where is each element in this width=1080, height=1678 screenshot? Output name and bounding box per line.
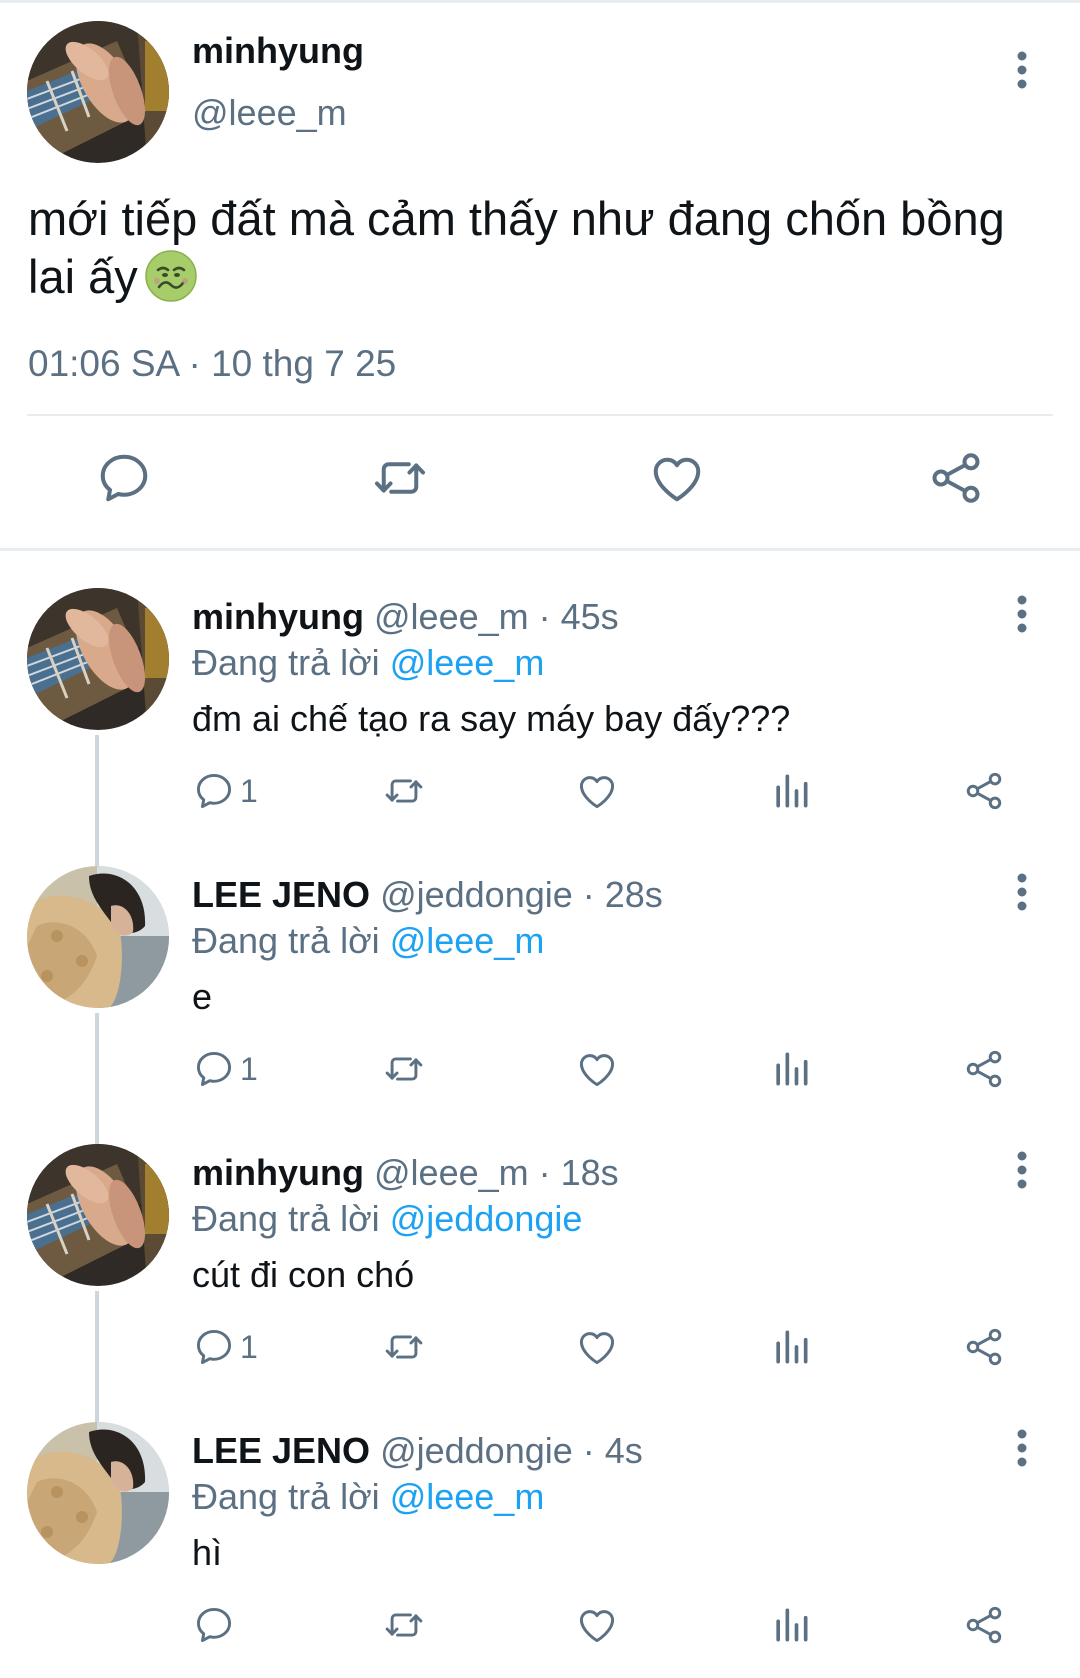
retweet-icon[interactable] xyxy=(382,1046,426,1092)
reply-handle-time: @leee_m · 45s xyxy=(374,596,619,637)
retweet-icon[interactable] xyxy=(382,768,426,814)
more-options-icon[interactable] xyxy=(1010,1426,1034,1470)
reply-button[interactable]: 1 xyxy=(192,1324,258,1370)
share-icon[interactable] xyxy=(962,768,1006,814)
reply-author-name[interactable]: LEE JENO xyxy=(192,874,370,915)
like-icon[interactable] xyxy=(575,1602,619,1648)
reply-header: minhyung @leee_m · 18s xyxy=(192,1152,619,1194)
reply-count: 1 xyxy=(240,1328,258,1365)
share-icon[interactable] xyxy=(962,1324,1006,1370)
analytics-icon[interactable] xyxy=(769,768,813,814)
reply-icon xyxy=(192,1047,236,1091)
reply-handle-time: @leee_m · 18s xyxy=(374,1152,619,1193)
mention-link[interactable]: @leee_m xyxy=(390,1476,545,1517)
replying-to: Đang trả lời @jeddongie xyxy=(192,1198,582,1240)
like-icon[interactable] xyxy=(575,1324,619,1370)
reply-count: 1 xyxy=(240,1050,258,1087)
replying-to-label: Đang trả lời xyxy=(192,642,380,683)
like-icon[interactable] xyxy=(647,448,707,508)
more-options-icon[interactable] xyxy=(1010,592,1034,636)
reply-actions: 1 xyxy=(0,768,1080,818)
reply-tweet[interactable]: LEE JENO @jeddongie · 28s Đang trả lời @… xyxy=(0,858,1080,1136)
analytics-icon[interactable] xyxy=(769,1602,813,1648)
reply-tweet[interactable]: LEE JENO @jeddongie · 4s Đang trả lời @l… xyxy=(0,1414,1080,1678)
replying-to-label: Đang trả lời xyxy=(192,1476,380,1517)
reply-header: LEE JENO @jeddongie · 4s xyxy=(192,1430,643,1472)
author-name[interactable]: minhyung xyxy=(192,30,364,72)
reply-handle-time: @jeddongie · 4s xyxy=(380,1430,643,1471)
like-icon[interactable] xyxy=(575,1046,619,1092)
divider xyxy=(27,414,1053,416)
reply-icon xyxy=(192,1603,236,1647)
replying-to-label: Đang trả lời xyxy=(192,1198,380,1239)
reply-actions: 1 xyxy=(0,1324,1080,1374)
avatar[interactable] xyxy=(27,21,169,163)
mention-link[interactable]: @leee_m xyxy=(390,920,545,961)
section-divider xyxy=(0,548,1080,551)
avatar[interactable] xyxy=(27,866,169,1008)
analytics-icon[interactable] xyxy=(769,1046,813,1092)
retweet-icon[interactable] xyxy=(382,1324,426,1370)
reply-text: e xyxy=(192,976,213,1017)
mention-link[interactable]: @jeddongie xyxy=(390,1198,583,1239)
retweet-icon[interactable] xyxy=(370,448,430,508)
reply-count: 1 xyxy=(240,772,258,809)
reply-tweet[interactable]: minhyung @leee_m · 45s Đang trả lời @lee… xyxy=(0,580,1080,858)
reply-icon[interactable] xyxy=(94,448,154,508)
reply-author-name[interactable]: minhyung xyxy=(192,1152,364,1193)
reply-actions xyxy=(0,1602,1080,1652)
main-tweet: minhyung @leee_m mới tiếp đất mà cảm thấ… xyxy=(0,0,1080,548)
reply-author-name[interactable]: LEE JENO xyxy=(192,1430,370,1471)
share-icon[interactable] xyxy=(962,1602,1006,1648)
retweet-icon[interactable] xyxy=(382,1602,426,1648)
nauseated-face-emoji-icon xyxy=(144,249,198,303)
reply-actions: 1 xyxy=(0,1046,1080,1096)
share-icon[interactable] xyxy=(962,1046,1006,1092)
reply-button[interactable]: 1 xyxy=(192,768,258,814)
like-icon[interactable] xyxy=(575,768,619,814)
reply-handle-time: @jeddongie · 28s xyxy=(380,874,663,915)
reply-header: minhyung @leee_m · 45s xyxy=(192,596,619,638)
reply-button[interactable]: 1 xyxy=(192,1046,258,1092)
analytics-icon[interactable] xyxy=(769,1324,813,1370)
reply-author-name[interactable]: minhyung xyxy=(192,596,364,637)
replying-to: Đang trả lời @leee_m xyxy=(192,920,544,962)
tweet-timestamp[interactable]: 01:06 SA · 10 thg 7 25 xyxy=(28,343,396,385)
avatar[interactable] xyxy=(27,1422,169,1564)
replying-to-label: Đang trả lời xyxy=(192,920,380,961)
reply-button[interactable] xyxy=(192,1602,240,1648)
avatar[interactable] xyxy=(27,588,169,730)
reply-icon xyxy=(192,769,236,813)
replying-to: Đang trả lời @leee_m xyxy=(192,1476,544,1518)
author-handle[interactable]: @leee_m xyxy=(192,92,347,134)
reply-text: hì xyxy=(192,1532,223,1573)
replying-to: Đang trả lời @leee_m xyxy=(192,642,544,684)
avatar[interactable] xyxy=(27,1144,169,1286)
more-options-icon[interactable] xyxy=(1010,1148,1034,1192)
reply-text: cút đi con chó xyxy=(192,1254,415,1295)
reply-icon xyxy=(192,1325,236,1369)
reply-header: LEE JENO @jeddongie · 28s xyxy=(192,874,663,916)
tweet-text: mới tiếp đất mà cảm thấy như đang chốn b… xyxy=(28,190,1058,306)
reply-tweet[interactable]: minhyung @leee_m · 18s Đang trả lời @jed… xyxy=(0,1136,1080,1414)
mention-link[interactable]: @leee_m xyxy=(390,642,545,683)
more-options-icon[interactable] xyxy=(1010,870,1034,914)
reply-text: đm ai chế tạo ra say máy bay đấy??? xyxy=(192,698,791,739)
more-options-icon[interactable] xyxy=(1010,48,1034,92)
share-icon[interactable] xyxy=(926,448,986,508)
tweet-actions xyxy=(0,448,1080,518)
